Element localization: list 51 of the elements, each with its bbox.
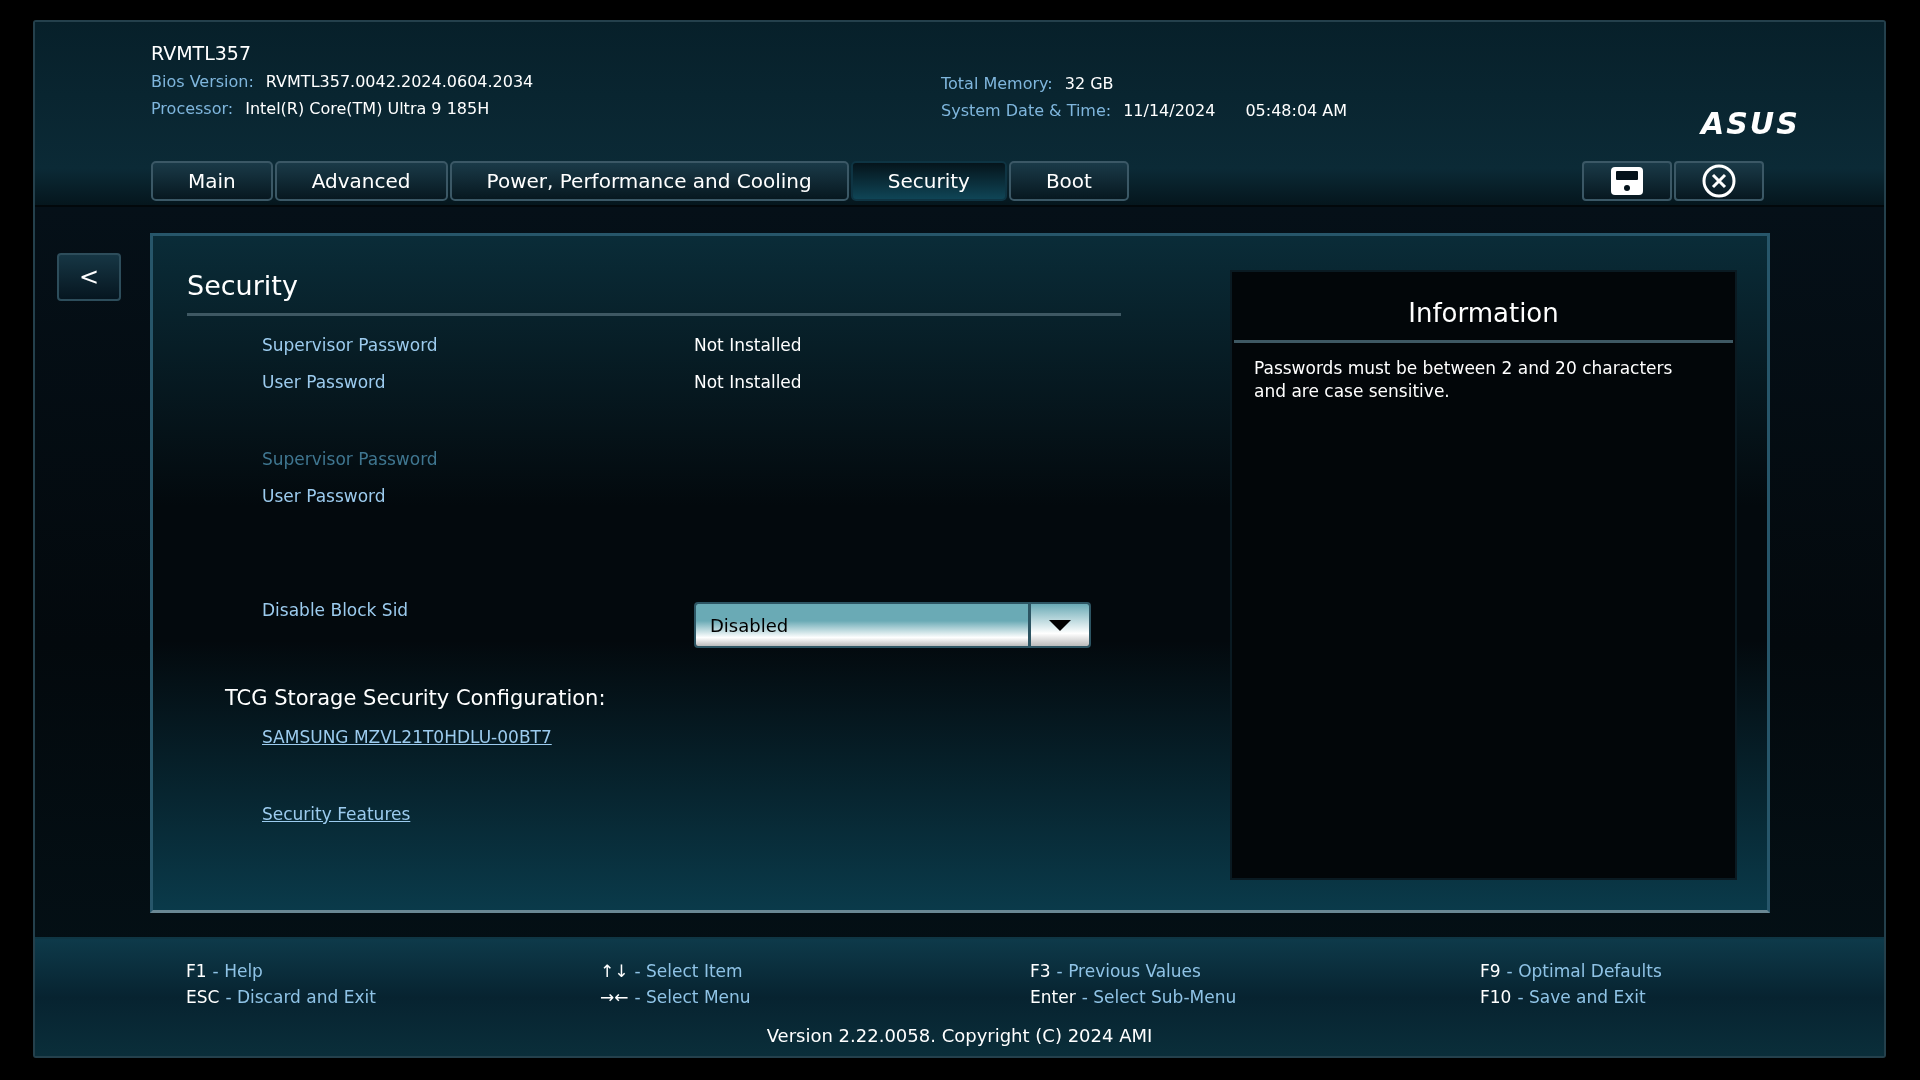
key-name: F10 bbox=[1480, 987, 1512, 1007]
info-label: Total Memory: bbox=[941, 74, 1053, 93]
key-action: - Help bbox=[212, 961, 263, 981]
menu-tab[interactable]: Advanced bbox=[274, 161, 448, 201]
setting-value: Not Installed bbox=[694, 334, 802, 355]
info-value: 32 GB bbox=[1064, 74, 1114, 93]
key-name: F1 bbox=[186, 961, 207, 981]
key-name: F3 bbox=[1030, 961, 1051, 981]
back-button[interactable]: < bbox=[57, 253, 121, 301]
date-value: 11/14/2024 bbox=[1123, 101, 1216, 120]
information-text: Passwords must be between 2 and 20 characters and are case sensitive. bbox=[1253, 357, 1674, 403]
information-title: Information bbox=[1234, 272, 1733, 343]
setting-value: Not Installed bbox=[694, 371, 802, 392]
key-name: ↑↓ bbox=[600, 961, 629, 981]
key-name: F9 bbox=[1480, 961, 1501, 981]
caret-icon bbox=[1049, 619, 1071, 631]
section-heading: TCG Storage Security Configuration: bbox=[224, 685, 607, 712]
system-name: RVMTL357 bbox=[151, 42, 252, 64]
submenu-link[interactable]: Security Features bbox=[262, 803, 411, 824]
panel-title: Security bbox=[187, 266, 1121, 316]
info-label: Bios Version: bbox=[151, 72, 254, 91]
info-value: RVMTL357.0042.2024.0604.2034 bbox=[265, 72, 534, 91]
key-name: →← bbox=[600, 987, 629, 1007]
close-icon bbox=[1702, 164, 1736, 198]
key-action: - Select Sub-Menu bbox=[1081, 987, 1237, 1007]
setting-label: Disable Block Sid bbox=[262, 600, 410, 620]
close-button[interactable] bbox=[1674, 161, 1764, 201]
menu-tab[interactable]: Boot bbox=[1008, 161, 1129, 201]
submenu-link[interactable]: SAMSUNG MZVL21T0HDLU-00BT7 bbox=[262, 726, 552, 747]
setting-label: User Password bbox=[262, 371, 387, 392]
key-name: ESC bbox=[186, 987, 220, 1007]
key-action: - Select Item bbox=[634, 961, 743, 981]
brand-logo: ASUS bbox=[1701, 106, 1800, 141]
key-action: - Previous Values bbox=[1056, 961, 1201, 981]
menu-tab[interactable]: Power, Performance and Cooling bbox=[449, 161, 849, 201]
time-value: 05:48:04 AM bbox=[1245, 101, 1348, 120]
info-label: Processor: bbox=[151, 99, 234, 118]
key-action: - Select Menu bbox=[634, 987, 751, 1007]
key-action: - Optimal Defaults bbox=[1506, 961, 1662, 981]
key-action: - Discard and Exit bbox=[225, 987, 376, 1007]
setting-label: Supervisor Password bbox=[262, 334, 439, 355]
key-name: Enter bbox=[1030, 987, 1076, 1007]
info-label: System Date & Time: bbox=[941, 101, 1112, 120]
password-option[interactable]: User Password bbox=[262, 485, 694, 506]
version-text: Version 2.22.0058. Copyright (C) 2024 AMI bbox=[765, 1025, 1154, 1046]
menu-tab[interactable]: Security bbox=[850, 161, 1007, 201]
key-action: - Save and Exit bbox=[1517, 987, 1646, 1007]
save-button[interactable] bbox=[1582, 161, 1672, 201]
info-value: Intel(R) Core(TM) Ultra 9 185H bbox=[245, 99, 490, 118]
dropdown-field[interactable]: Disabled bbox=[694, 602, 1091, 648]
menu-tab[interactable]: Main bbox=[151, 161, 273, 201]
